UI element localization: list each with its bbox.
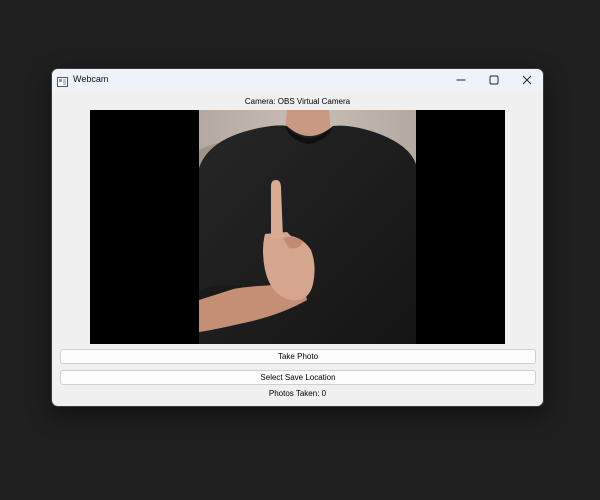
window-title: Webcam [73, 74, 109, 84]
window-app-icon [57, 74, 68, 87]
photos-taken-counter: Photos Taken: 0 [268, 389, 327, 398]
maximize-icon [489, 75, 499, 85]
camera-frame-image [199, 110, 416, 344]
minimize-icon [456, 75, 466, 85]
title-bar[interactable]: Webcam [52, 69, 543, 91]
maximize-button[interactable] [477, 69, 510, 91]
close-icon [522, 75, 532, 85]
camera-preview [90, 110, 505, 344]
webcam-window: Webcam Camera: OBS Virtual Camera Take P… [51, 68, 544, 407]
minimize-button[interactable] [444, 69, 477, 91]
close-button[interactable] [510, 69, 543, 91]
take-photo-button[interactable]: Take Photo [60, 349, 536, 364]
select-save-location-button[interactable]: Select Save Location [60, 370, 536, 385]
camera-name-label: Camera: OBS Virtual Camera [244, 97, 351, 106]
